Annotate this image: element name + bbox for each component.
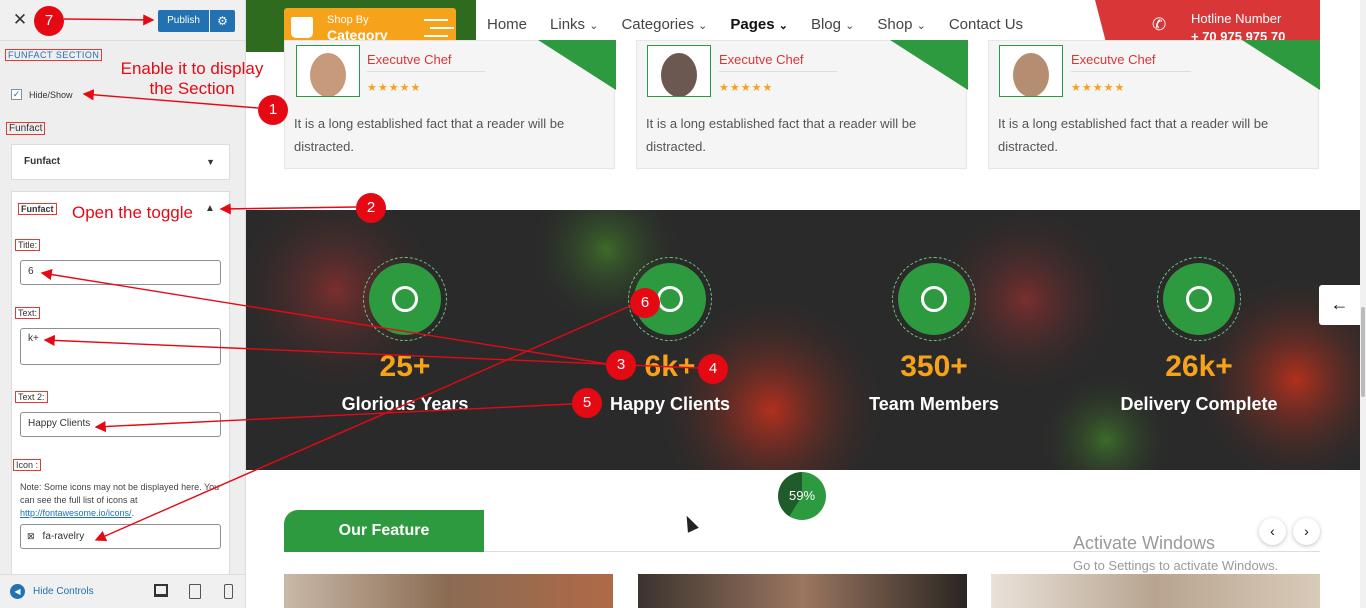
- annotation-marker-5: 5: [572, 388, 602, 418]
- annotation-marker-1: 1: [258, 95, 288, 125]
- annotation-toggle-note: Open the toggle: [72, 203, 193, 222]
- annotation-marker-7: 7: [34, 6, 64, 36]
- annotation-enable-note: Enable it to display the Section: [120, 59, 264, 98]
- annotation-marker-2: 2: [356, 193, 386, 223]
- annotation-marker-4: 4: [698, 354, 728, 384]
- annotation-marker-3: 3: [606, 350, 636, 380]
- annotation-marker-6: 6: [630, 288, 660, 318]
